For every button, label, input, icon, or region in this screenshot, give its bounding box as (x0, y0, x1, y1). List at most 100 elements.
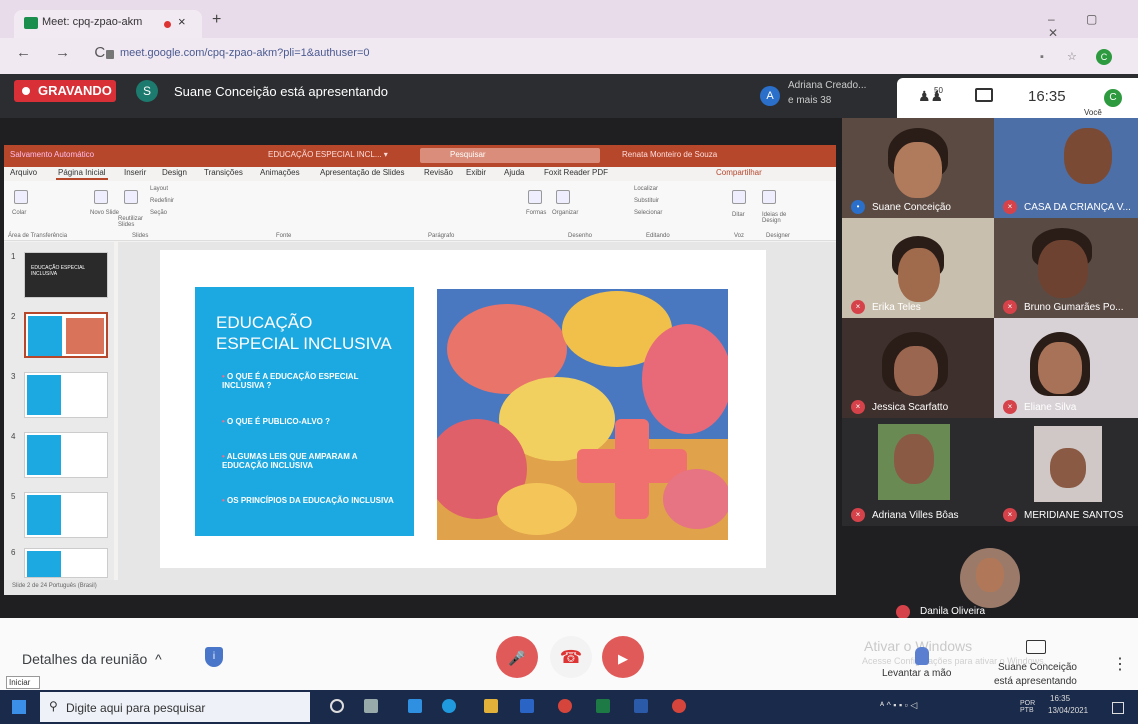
select-button[interactable]: Selecionar (634, 210, 662, 216)
language-indicator[interactable]: POR PTB (1020, 700, 1044, 714)
tab-exibir[interactable]: Exibir (466, 168, 486, 177)
thumb-blue-panel (28, 316, 62, 356)
self-name: Danila Oliveira (920, 606, 986, 617)
mail-icon[interactable] (408, 699, 422, 713)
file-explorer-icon[interactable] (484, 699, 498, 713)
new-slide-icon[interactable] (94, 190, 108, 204)
thumbnail-slide-5[interactable] (24, 492, 108, 538)
tab-arquivo[interactable]: Arquivo (10, 168, 37, 177)
participant-face (1038, 240, 1088, 298)
participant-tile-4[interactable]: × Bruno Gumarães Po... (994, 218, 1138, 318)
reuse-slides-icon[interactable] (124, 190, 138, 204)
bullet-dot: • (222, 496, 225, 505)
tab-animacoes[interactable]: Animações (260, 168, 300, 177)
browser-tab[interactable]: Meet: cpq-zpao-akm × (14, 10, 202, 38)
group-editing: Editando (646, 233, 670, 239)
raise-hand-icon[interactable] (915, 647, 929, 665)
tab-apresentacao[interactable]: Apresentação de Slides (320, 168, 405, 177)
camera-off-button[interactable]: ▶ (602, 636, 644, 678)
profile-avatar[interactable]: C (1096, 49, 1112, 65)
taskbar-date[interactable]: 13/04/2021 (1048, 706, 1088, 715)
participant-name: Erika Teles (872, 302, 921, 313)
thumb-number: 2 (11, 312, 16, 321)
autosave-toggle[interactable]: Salvamento Automático (10, 150, 94, 159)
participant-avatar[interactable]: A (760, 86, 780, 106)
lock-icon[interactable] (106, 50, 114, 59)
participant-tile-2[interactable]: × CASA DA CRIANÇA V... (994, 118, 1138, 218)
thumb-blue-panel (27, 435, 61, 475)
windows-start-icon[interactable] (12, 700, 26, 714)
section-button[interactable]: Seção (150, 210, 167, 216)
shapes-icon[interactable] (528, 190, 542, 204)
you-avatar[interactable]: C (1104, 89, 1122, 107)
more-options-icon[interactable]: ⋮ (1112, 654, 1128, 674)
shield-icon[interactable]: i (205, 647, 223, 667)
participant-tile-1[interactable]: • Suane Conceição (842, 118, 994, 218)
design-ideas-icon[interactable] (762, 190, 776, 204)
self-view-avatar[interactable] (960, 548, 1020, 608)
bullet-dot: • (222, 372, 225, 381)
thumb-number: 3 (11, 372, 16, 381)
tab-revisao[interactable]: Revisão (424, 168, 453, 177)
reuse-label: Reutilizar Slides (118, 216, 144, 228)
store-icon[interactable] (520, 699, 534, 713)
replace-button[interactable]: Substituir (634, 198, 659, 204)
group-drawing: Desenho (568, 233, 593, 239)
participant-tile-7[interactable]: × Adriana Villes Bôas (842, 418, 994, 526)
participant-name: MERIDIANE SANTOS (1024, 510, 1124, 521)
thumbnail-slide-1[interactable]: EDUCAÇÃO ESPECIAL INCLUSIVA (24, 252, 108, 298)
tab-ajuda[interactable]: Ajuda (504, 168, 524, 177)
raise-hand-label[interactable]: Levantar a mão (882, 668, 952, 679)
dictate-icon[interactable] (732, 190, 746, 204)
excel-icon[interactable] (596, 699, 610, 713)
hangup-button[interactable]: ☎ (550, 636, 592, 678)
tab-close-icon[interactable]: × (178, 14, 186, 29)
navigation-buttons[interactable]: ← → C (16, 44, 115, 61)
participant-face (894, 434, 934, 484)
you-label: Você (1084, 108, 1102, 117)
layout-button[interactable]: Layout (150, 186, 168, 192)
new-tab-button[interactable]: + (212, 11, 221, 29)
tab-foxit[interactable]: Foxit Reader PDF (544, 168, 608, 177)
present-screen-icon[interactable] (1026, 640, 1046, 654)
chat-icon[interactable] (975, 88, 993, 102)
thumbnail-slide-4[interactable] (24, 432, 108, 478)
ppt-user-name[interactable]: Renata Monteiro de Souza (622, 150, 717, 159)
thumbnail-slide-2[interactable] (24, 312, 108, 358)
participant-more: e mais 38 (788, 95, 832, 106)
participant-tile-3[interactable]: × Erika Teles (842, 218, 994, 318)
task-view-icon[interactable] (364, 699, 378, 713)
extension-icons[interactable]: ▪ ☆ (1040, 50, 1087, 63)
find-button[interactable]: Localizar (634, 186, 658, 192)
participant-tile-5[interactable]: × Jessica Scarfatto (842, 318, 994, 418)
cortana-icon[interactable] (330, 699, 344, 713)
system-tray[interactable]: ᴬ ^ ▪ ▪ ▫ ◁ (880, 700, 917, 711)
participant-tile-6[interactable]: × Eliane Silva (994, 318, 1138, 418)
arrange-icon[interactable] (556, 190, 570, 204)
reset-button[interactable]: Redefinir (150, 198, 174, 204)
edge-icon[interactable] (442, 699, 456, 713)
paste-label: Colar (12, 210, 27, 216)
chrome-icon[interactable] (672, 699, 686, 713)
chrome-icon[interactable] (558, 699, 572, 713)
slide-bullet-3: • ALGUMAS LEIS QUE AMPARAM A EDUCAÇÃO IN… (222, 452, 402, 470)
word-icon[interactable] (634, 699, 648, 713)
notification-icon[interactable] (1112, 702, 1124, 714)
thumbnail-slide-3[interactable] (24, 372, 108, 418)
paste-icon[interactable] (14, 190, 28, 204)
thumbnail-slide-6[interactable] (24, 548, 108, 578)
tab-design[interactable]: Design (162, 168, 187, 177)
tab-transicoes[interactable]: Transições (204, 168, 243, 177)
tab-pagina-inicial[interactable]: Página Inicial (58, 168, 106, 177)
url-field[interactable]: meet.google.com/cpq-zpao-akm?pli=1&authu… (120, 47, 369, 59)
ppt-search-input[interactable]: Pesquisar (420, 148, 600, 163)
share-button[interactable]: Compartilhar (716, 168, 762, 177)
participant-name: Eliane Silva (1024, 402, 1077, 413)
tab-inserir[interactable]: Inserir (124, 168, 146, 177)
meeting-details-button[interactable]: Detalhes da reunião ^ (22, 651, 162, 667)
document-title[interactable]: EDUCAÇÃO ESPECIAL INCL... ▾ (268, 150, 388, 159)
participant-tile-8[interactable]: × MERIDIANE SANTOS (994, 418, 1138, 526)
taskbar-time[interactable]: 16:35 (1050, 694, 1070, 703)
mic-off-button[interactable]: 🎤 (496, 636, 538, 678)
window-controls[interactable]: – ▢ ✕ (1048, 12, 1138, 40)
